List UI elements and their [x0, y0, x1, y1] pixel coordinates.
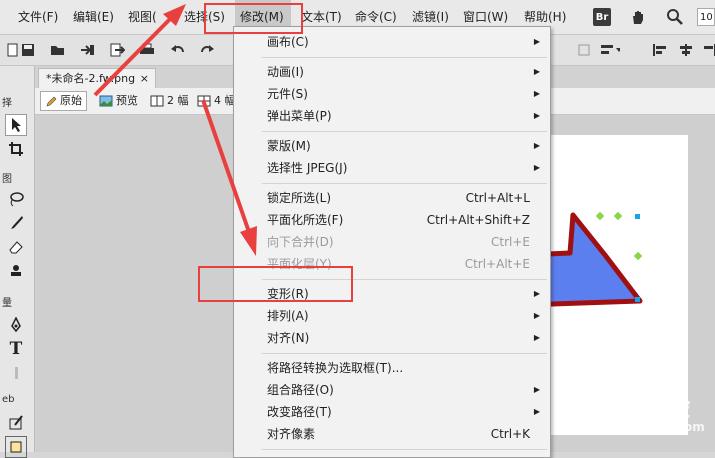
annotation-arrow-to-transform — [201, 99, 257, 256]
annotation-arrows — [93, 4, 257, 256]
annotation-arrow-to-menu — [93, 4, 186, 97]
